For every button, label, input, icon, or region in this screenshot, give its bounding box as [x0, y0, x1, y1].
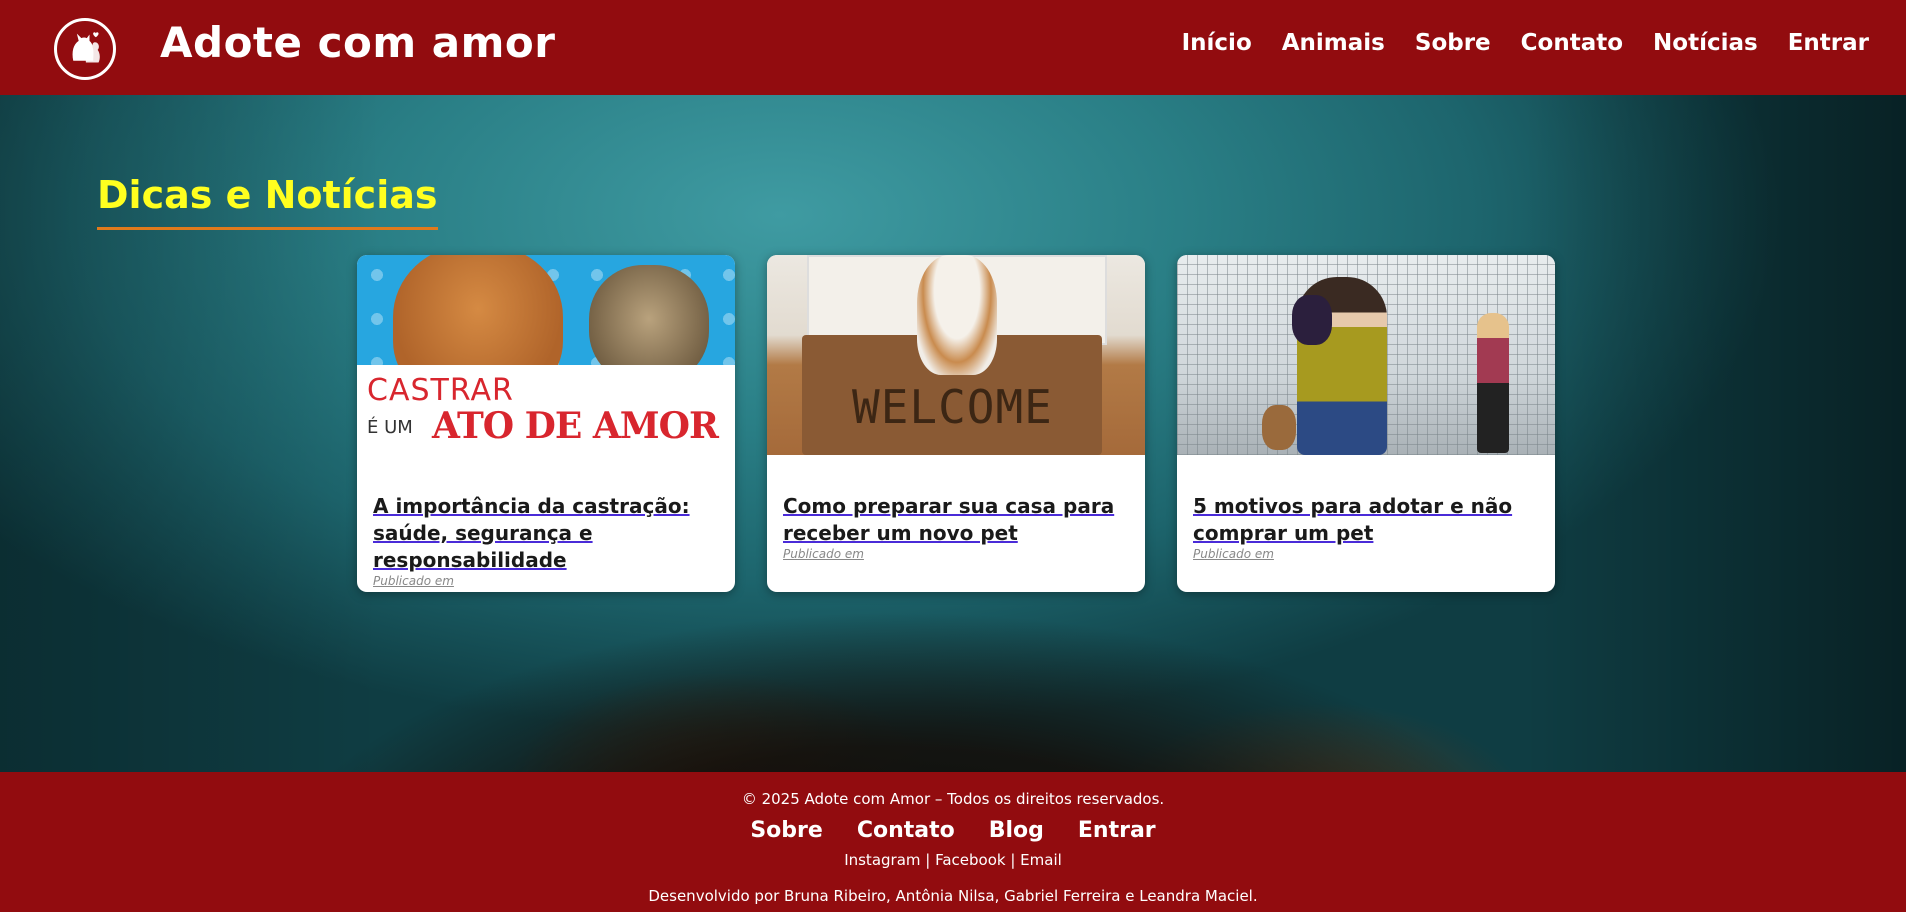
credits-text: Desenvolvido por Bruna Ribeiro, Antônia … — [648, 887, 1258, 905]
footer-nav: Sobre Contato Blog Entrar — [0, 818, 1906, 843]
card-body: Como preparar sua casa para receber um n… — [767, 455, 1145, 561]
social-link-email[interactable]: Email — [1020, 851, 1062, 869]
logo-icon[interactable] — [54, 18, 116, 80]
news-cards: CASTRAR É UM ATO DE AMOR A importância d… — [357, 255, 1555, 592]
card-date[interactable]: Publicado em — [1193, 547, 1539, 561]
image-text-castrar: CASTRAR — [367, 373, 514, 408]
copyright-text: © 2025 Adote com Amor – Todos os direito… — [741, 790, 1165, 808]
footer-link-contato[interactable]: Contato — [857, 818, 955, 843]
news-card[interactable]: WELCOME Como preparar sua casa para rece… — [767, 255, 1145, 592]
social-link-instagram[interactable]: Instagram — [844, 851, 920, 869]
separator: | — [920, 851, 936, 869]
dog-image — [917, 255, 997, 375]
woman-image — [1477, 313, 1509, 453]
social-link-facebook[interactable]: Facebook — [935, 851, 1005, 869]
dog-image — [1262, 405, 1296, 450]
site-footer: © 2025 Adote com Amor – Todos os direito… — [0, 772, 1906, 912]
site-header: Adote com amor Início Animais Sobre Cont… — [0, 0, 1906, 95]
card-date[interactable]: Publicado em — [783, 547, 1129, 561]
card-title-link[interactable]: Como preparar sua casa para receber um n… — [783, 493, 1129, 547]
image-text-e-um: É UM — [367, 417, 413, 438]
news-card[interactable]: CASTRAR É UM ATO DE AMOR A importância d… — [357, 255, 735, 592]
card-body: 5 motivos para adotar e não comprar um p… — [1177, 455, 1555, 561]
page-title: Dicas e Notícias — [97, 173, 438, 230]
card-title-link[interactable]: 5 motivos para adotar e não comprar um p… — [1193, 493, 1539, 547]
card-title-link[interactable]: A importância da castração: saúde, segur… — [373, 493, 719, 574]
footer-link-sobre[interactable]: Sobre — [750, 818, 822, 843]
nav-noticias[interactable]: Notícias — [1653, 30, 1758, 56]
nav-sobre[interactable]: Sobre — [1415, 30, 1491, 56]
dog-cat-logo-icon — [72, 32, 100, 63]
main-nav: Início Animais Sobre Contato Notícias En… — [1182, 30, 1869, 56]
card-image-shelter[interactable] — [1177, 255, 1555, 455]
nav-animais[interactable]: Animais — [1282, 30, 1385, 56]
card-body: A importância da castração: saúde, segur… — [357, 455, 735, 588]
footer-link-blog[interactable]: Blog — [989, 818, 1044, 843]
nav-inicio[interactable]: Início — [1182, 30, 1252, 56]
news-card[interactable]: 5 motivos para adotar e não comprar um p… — [1177, 255, 1555, 592]
puppy-image — [1292, 295, 1332, 345]
nav-entrar[interactable]: Entrar — [1788, 30, 1869, 56]
separator: | — [1005, 851, 1021, 869]
image-text-welcome: WELCOME — [852, 380, 1053, 434]
footer-link-entrar[interactable]: Entrar — [1078, 818, 1156, 843]
card-date[interactable]: Publicado em — [373, 574, 719, 588]
site-title[interactable]: Adote com amor — [160, 18, 555, 67]
card-image-welcome[interactable]: WELCOME — [767, 255, 1145, 455]
nav-contato[interactable]: Contato — [1521, 30, 1623, 56]
social-links: Instagram | Facebook | Email — [0, 851, 1906, 869]
card-image-castration[interactable]: CASTRAR É UM ATO DE AMOR — [357, 255, 735, 455]
hero-section: Dicas e Notícias CASTRAR É UM ATO DE AMO… — [0, 95, 1906, 772]
image-text-ato-de-amor: ATO DE AMOR — [432, 405, 719, 447]
